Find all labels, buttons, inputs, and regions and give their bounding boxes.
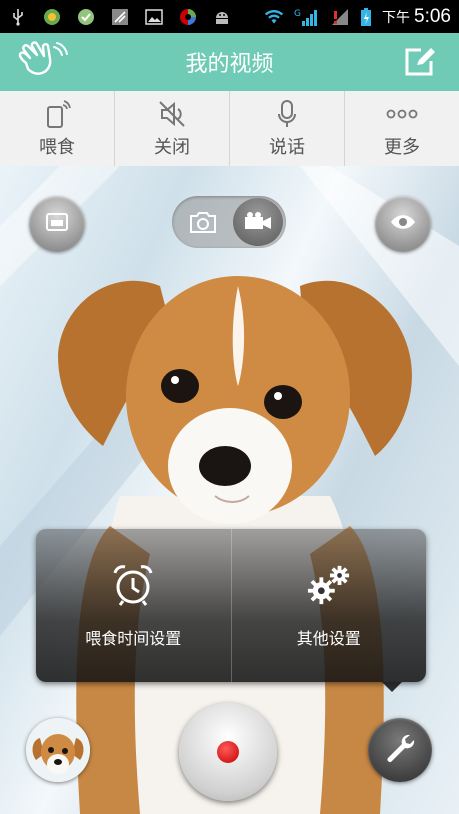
status-right: G 下午 5:06 xyxy=(264,6,451,28)
puppy-avatar[interactable] xyxy=(26,718,90,782)
close-label: 关闭 xyxy=(154,136,190,158)
video-camera-icon[interactable] xyxy=(233,198,283,246)
settings-popup: 喂食时间设置 其他设置 xyxy=(36,529,427,692)
more-button[interactable]: 更多 xyxy=(345,91,459,166)
cellular-signal-icon: G xyxy=(294,8,320,26)
talk-button[interactable]: 说话 xyxy=(230,91,345,166)
status-time: 5:06 xyxy=(414,5,451,27)
wrench-icon xyxy=(384,732,416,768)
wave-hand-icon[interactable] xyxy=(16,41,68,83)
signal-app-icon xyxy=(110,8,130,26)
app-icon xyxy=(42,8,62,26)
usb-icon xyxy=(8,8,28,26)
android-icon xyxy=(212,8,232,26)
mute-icon xyxy=(155,99,189,129)
popup-pointer xyxy=(382,682,402,692)
page-title: 我的视频 xyxy=(185,52,274,77)
app-screen: G 下午 5:06 我的视频 喂食 关闭 说话 更多 喂食时间设置 其他设置 xyxy=(0,0,459,814)
feeding-time-settings-button[interactable]: 喂食时间设置 xyxy=(36,529,232,682)
photo-icon[interactable] xyxy=(188,208,218,236)
eye-icon xyxy=(390,214,416,234)
window-icon xyxy=(46,213,68,235)
status-ampm: 下午 xyxy=(382,9,411,26)
app-icon xyxy=(76,8,96,26)
eye-button[interactable] xyxy=(375,196,431,252)
record-button[interactable] xyxy=(179,703,277,801)
window-toggle-button[interactable] xyxy=(29,196,85,252)
status-left-icons xyxy=(8,8,232,26)
record-icon xyxy=(217,741,239,763)
talk-label: 说话 xyxy=(269,136,305,158)
battery-charging-icon xyxy=(360,7,372,26)
other-settings-label: 其他设置 xyxy=(296,628,361,648)
microphone-icon xyxy=(270,99,304,129)
network-type-label: G xyxy=(294,9,301,19)
tools-button[interactable] xyxy=(368,718,432,782)
more-label: 更多 xyxy=(384,136,420,158)
alarm-clock-icon xyxy=(111,563,155,607)
photo-video-toggle[interactable] xyxy=(172,196,286,248)
action-bar: 喂食 关闭 说话 更多 xyxy=(0,91,459,167)
edit-icon[interactable] xyxy=(403,47,437,77)
close-button[interactable]: 关闭 xyxy=(115,91,230,166)
signal-alert-icon xyxy=(330,8,350,26)
app-icon xyxy=(178,8,198,26)
feed-label: 喂食 xyxy=(39,136,75,158)
other-settings-button[interactable]: 其他设置 xyxy=(232,529,427,682)
more-icon xyxy=(385,99,419,129)
gears-icon xyxy=(307,563,351,607)
phone-signal-icon xyxy=(40,99,74,129)
image-icon xyxy=(144,8,164,26)
feed-button[interactable]: 喂食 xyxy=(0,91,115,166)
title-bar: 我的视频 xyxy=(0,33,459,91)
feeding-time-settings-label: 喂食时间设置 xyxy=(85,628,182,648)
status-bar: G 下午 5:06 xyxy=(0,0,459,33)
wifi-icon xyxy=(264,8,284,26)
